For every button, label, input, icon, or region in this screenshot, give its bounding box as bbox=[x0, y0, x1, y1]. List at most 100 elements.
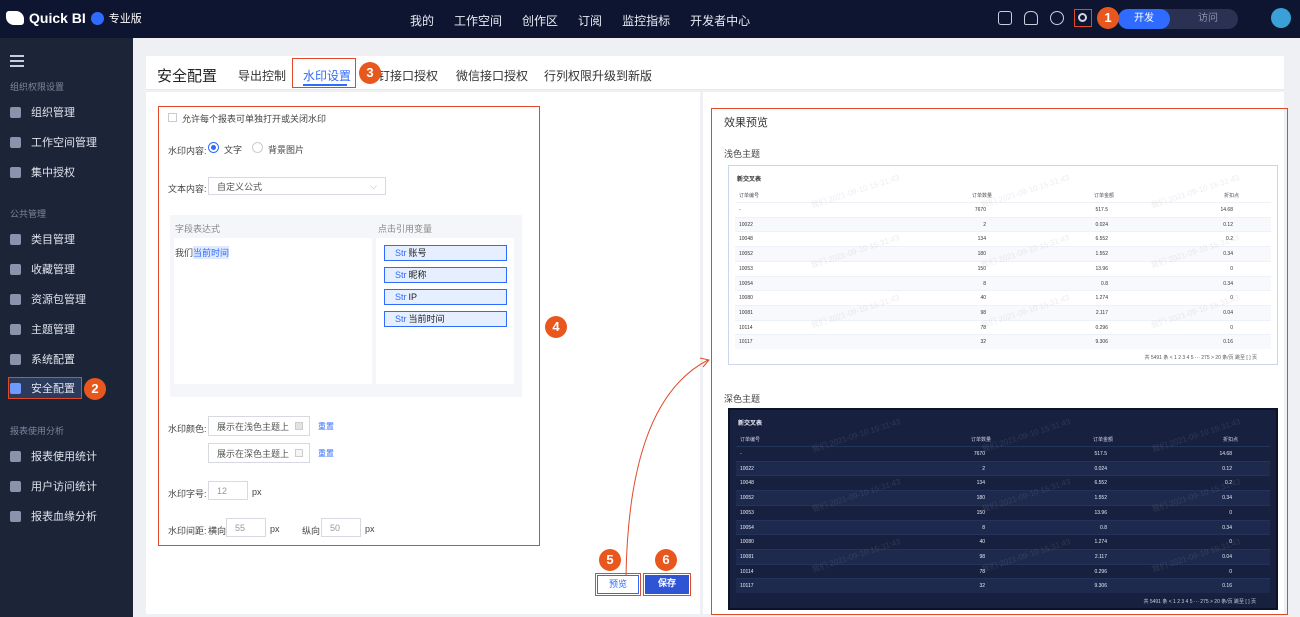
save-highlight bbox=[643, 573, 691, 596]
table-row: 10054 8 0.8 0.34 bbox=[736, 519, 1270, 535]
preview-highlight bbox=[595, 573, 641, 596]
sidebar-item-favorites[interactable]: 收藏管理 bbox=[8, 258, 126, 280]
size-value: 12 bbox=[217, 485, 228, 496]
table-cell: 40 bbox=[979, 539, 985, 546]
sidebar-item-workspace[interactable]: 工作空间管理 bbox=[8, 131, 126, 153]
table-cell: 0 bbox=[1229, 568, 1232, 575]
system-icon bbox=[10, 353, 21, 365]
size-unit: px bbox=[252, 487, 262, 497]
table-cell: 14.68 bbox=[1220, 207, 1233, 213]
var-type-tag: Str bbox=[395, 314, 407, 324]
sidebar-item-label: 用户访问统计 bbox=[31, 481, 97, 493]
table-cell: 0.024 bbox=[1095, 221, 1108, 228]
table-cell: 0.024 bbox=[1094, 465, 1107, 472]
chevron-down-icon: ⌵ bbox=[370, 180, 377, 191]
table-cell: 32 bbox=[980, 339, 986, 346]
sidebar-item-packages[interactable]: 资源包管理 bbox=[8, 288, 126, 310]
tab-wechat[interactable]: 微信接口授权 bbox=[456, 67, 528, 84]
nav-item-mine[interactable]: 我的 bbox=[410, 12, 434, 29]
spacing-h-input[interactable]: 55 bbox=[226, 518, 266, 537]
table-cell: 0.16 bbox=[1222, 583, 1232, 590]
sidebar: 组织权限设置 组织管理 工作空间管理 集中授权 公共管理 类目管理 收藏管理 资… bbox=[0, 38, 133, 617]
dark-theme-label: 深色主题 bbox=[724, 394, 761, 404]
mode-visit-button[interactable]: 访问 bbox=[1180, 9, 1236, 29]
sidebar-item-label: 收藏管理 bbox=[31, 264, 75, 276]
nav-item-developer[interactable]: 开发者中心 bbox=[690, 12, 750, 29]
table-cell: 13.96 bbox=[1095, 265, 1108, 272]
variable-current-time[interactable]: Str 当前时间 bbox=[384, 311, 507, 327]
content-image-radio[interactable] bbox=[252, 142, 263, 153]
sidebar-item-org[interactable]: 组织管理 bbox=[8, 101, 126, 123]
variable-ip[interactable]: Str IP bbox=[384, 289, 507, 305]
sidebar-item-label: 工作空间管理 bbox=[31, 137, 97, 149]
settings-gear-icon[interactable] bbox=[1074, 9, 1092, 27]
spacing-v-input[interactable]: 50 bbox=[321, 518, 361, 537]
allow-toggle-checkbox[interactable] bbox=[168, 113, 177, 122]
help-icon[interactable] bbox=[1050, 11, 1064, 25]
table-cell: 10022 bbox=[740, 465, 754, 472]
package-icon bbox=[10, 293, 21, 305]
table-cell: - bbox=[740, 451, 742, 457]
table-cell: 0 bbox=[1230, 324, 1233, 331]
sidebar-item-user-stats[interactable]: 用户访问统计 bbox=[8, 475, 126, 497]
reset-dark-link[interactable]: 重置 bbox=[318, 448, 334, 459]
sidebar-item-system[interactable]: 系统配置 bbox=[8, 348, 126, 370]
expression-input[interactable] bbox=[174, 238, 372, 384]
step-badge-3: 3 bbox=[359, 62, 381, 84]
sidebar-item-auth[interactable]: 集中授权 bbox=[8, 161, 126, 183]
bell-icon[interactable] bbox=[1024, 11, 1038, 25]
tab-row-column-upgrade[interactable]: 行列权限升级到新版 bbox=[544, 67, 652, 84]
table-cell: 0.8 bbox=[1100, 524, 1107, 531]
table-cell: 517.5 bbox=[1095, 207, 1108, 213]
mini-table-title: 新交叉表 bbox=[738, 421, 763, 427]
color-light-picker[interactable]: 展示在浅色主题上 bbox=[208, 416, 310, 436]
translate-icon[interactable] bbox=[998, 11, 1012, 25]
nav-item-create[interactable]: 创作区 bbox=[522, 12, 558, 29]
mini-table-header: 订单编号 bbox=[740, 437, 761, 443]
nav-item-subscribe[interactable]: 订阅 bbox=[578, 12, 602, 29]
table-row: 10022 2 0.024 0.12 bbox=[735, 216, 1271, 232]
size-input[interactable]: 12 bbox=[208, 481, 248, 500]
table-cell: 10114 bbox=[739, 324, 753, 331]
users-icon bbox=[10, 106, 21, 118]
menu-icon[interactable] bbox=[10, 55, 24, 67]
sidebar-item-security[interactable]: 安全配置 bbox=[8, 377, 82, 399]
user-avatar[interactable] bbox=[1271, 8, 1291, 28]
table-cell: 0 bbox=[1229, 509, 1232, 516]
table-row: 10054 8 0.8 0.34 bbox=[735, 275, 1271, 291]
mini-table-header: 折扣点 bbox=[1222, 437, 1238, 443]
mode-toggle[interactable]: 开发 访问 bbox=[1118, 9, 1238, 29]
table-cell: 0 bbox=[1230, 265, 1233, 272]
nav-item-monitor[interactable]: 监控指标 bbox=[622, 12, 670, 29]
sidebar-item-theme[interactable]: 主题管理 bbox=[8, 318, 126, 340]
table-cell: 0.34 bbox=[1223, 251, 1233, 258]
nav-item-workspace[interactable]: 工作空间 bbox=[454, 12, 502, 29]
sidebar-item-report-stats[interactable]: 报表使用统计 bbox=[8, 445, 126, 467]
variable-account[interactable]: Str 账号 bbox=[384, 245, 507, 261]
table-cell: 180 bbox=[976, 495, 985, 502]
brand-logo[interactable]: Quick BI 专业版 bbox=[6, 10, 142, 26]
step-badge-4: 4 bbox=[545, 316, 567, 338]
table-cell: 517.5 bbox=[1094, 451, 1107, 457]
preview-title: 效果预览 bbox=[724, 117, 768, 129]
table-cell: 13.96 bbox=[1094, 509, 1107, 516]
table-cell: 180 bbox=[977, 251, 986, 258]
expr-token[interactable]: 当前时间 bbox=[193, 246, 230, 259]
table-cell: 6.552 bbox=[1094, 480, 1107, 487]
variable-nickname[interactable]: Str 昵称 bbox=[384, 267, 507, 283]
color-dark-picker[interactable]: 展示在深色主题上 bbox=[208, 443, 310, 463]
content-text-radio[interactable] bbox=[208, 142, 219, 153]
reset-light-link[interactable]: 重置 bbox=[318, 421, 334, 432]
sidebar-item-lineage[interactable]: 报表血缘分析 bbox=[8, 505, 126, 527]
table-cell: 98 bbox=[980, 309, 986, 316]
table-cell: 10048 bbox=[740, 480, 754, 487]
stats-icon bbox=[10, 450, 21, 462]
sidebar-item-category[interactable]: 类目管理 bbox=[8, 228, 126, 250]
text-content-select[interactable]: 自定义公式 ⌵ bbox=[208, 177, 386, 195]
theme-icon bbox=[10, 323, 21, 335]
table-cell: 0.04 bbox=[1222, 553, 1232, 560]
tab-export-control[interactable]: 导出控制 bbox=[238, 67, 286, 84]
table-cell: 0.04 bbox=[1223, 309, 1233, 316]
mode-dev-button[interactable]: 开发 bbox=[1118, 9, 1170, 29]
spacing-v-label: 纵向 bbox=[302, 526, 321, 536]
